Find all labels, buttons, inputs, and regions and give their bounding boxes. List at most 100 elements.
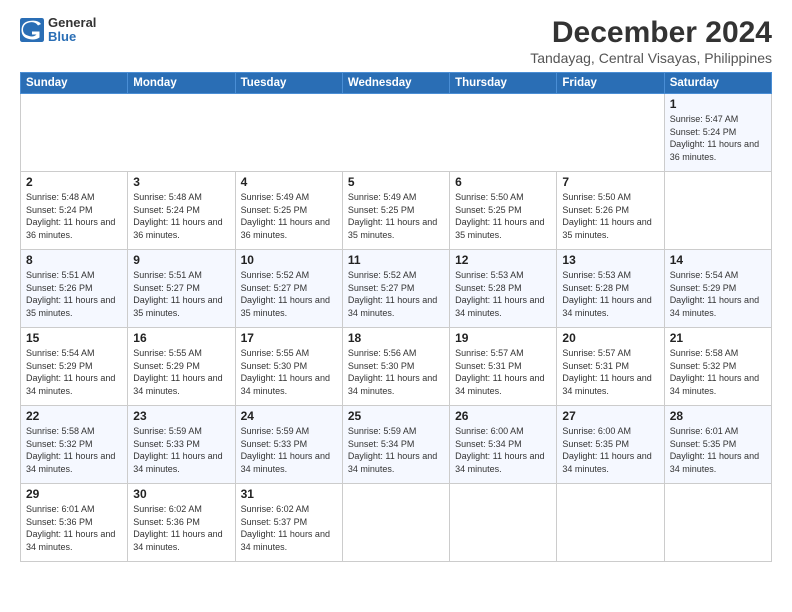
day-number: 30 <box>133 487 229 501</box>
logo: General Blue <box>20 16 96 45</box>
calendar-day-header: Sunday <box>21 73 128 94</box>
calendar-day-cell: 7 Sunrise: 5:50 AMSunset: 5:26 PMDaylight… <box>557 172 664 250</box>
calendar-day-cell: 4 Sunrise: 5:49 AMSunset: 5:25 PMDaylight… <box>235 172 342 250</box>
day-number: 10 <box>241 253 337 267</box>
day-number: 25 <box>348 409 444 423</box>
day-info: Sunrise: 5:54 AMSunset: 5:29 PMDaylight:… <box>26 347 122 397</box>
calendar-table: SundayMondayTuesdayWednesdayThursdayFrid… <box>20 72 772 562</box>
day-info: Sunrise: 6:00 AMSunset: 5:34 PMDaylight:… <box>455 425 551 475</box>
day-info: Sunrise: 6:02 AMSunset: 5:36 PMDaylight:… <box>133 503 229 553</box>
day-info: Sunrise: 6:00 AMSunset: 5:35 PMDaylight:… <box>562 425 658 475</box>
day-info: Sunrise: 5:50 AMSunset: 5:26 PMDaylight:… <box>562 191 658 241</box>
day-number: 21 <box>670 331 766 345</box>
day-info: Sunrise: 5:49 AMSunset: 5:25 PMDaylight:… <box>241 191 337 241</box>
day-info: Sunrise: 6:02 AMSunset: 5:37 PMDaylight:… <box>241 503 337 553</box>
calendar-day-cell <box>450 484 557 562</box>
calendar-day-header: Friday <box>557 73 664 94</box>
calendar-day-cell: 22Sunrise: 5:58 AMSunset: 5:32 PMDayligh… <box>21 406 128 484</box>
day-info: Sunrise: 5:58 AMSunset: 5:32 PMDaylight:… <box>670 347 766 397</box>
day-number: 28 <box>670 409 766 423</box>
day-number: 3 <box>133 175 229 189</box>
day-number: 26 <box>455 409 551 423</box>
day-number: 22 <box>26 409 122 423</box>
day-number: 24 <box>241 409 337 423</box>
day-info: Sunrise: 5:55 AMSunset: 5:30 PMDaylight:… <box>241 347 337 397</box>
day-info: Sunrise: 6:01 AMSunset: 5:36 PMDaylight:… <box>26 503 122 553</box>
day-number: 16 <box>133 331 229 345</box>
calendar-day-cell: 27 Sunrise: 6:00 AMSunset: 5:35 PMDayligh… <box>557 406 664 484</box>
day-number: 29 <box>26 487 122 501</box>
day-number: 12 <box>455 253 551 267</box>
logo-icon <box>20 18 44 42</box>
month-title: December 2024 <box>530 16 772 50</box>
day-number: 19 <box>455 331 551 345</box>
calendar-day-cell: 31 Sunrise: 6:02 AMSunset: 5:37 PMDayligh… <box>235 484 342 562</box>
day-info: Sunrise: 5:57 AMSunset: 5:31 PMDaylight:… <box>562 347 658 397</box>
calendar-day-cell: 12 Sunrise: 5:53 AMSunset: 5:28 PMDayligh… <box>450 250 557 328</box>
calendar-day-cell: 29 Sunrise: 6:01 AMSunset: 5:36 PMDayligh… <box>21 484 128 562</box>
calendar-day-cell: 28 Sunrise: 6:01 AMSunset: 5:35 PMDayligh… <box>664 406 771 484</box>
day-number: 23 <box>133 409 229 423</box>
day-number: 4 <box>241 175 337 189</box>
day-number: 1 <box>670 97 766 111</box>
logo-text: General Blue <box>48 16 96 45</box>
calendar-day-cell: 3 Sunrise: 5:48 AMSunset: 5:24 PMDaylight… <box>128 172 235 250</box>
calendar-day-cell: 13 Sunrise: 5:53 AMSunset: 5:28 PMDayligh… <box>557 250 664 328</box>
calendar-day-cell: 11Sunrise: 5:52 AMSunset: 5:27 PMDayligh… <box>342 250 449 328</box>
day-number: 15 <box>26 331 122 345</box>
title-section: December 2024 Tandayag, Central Visayas,… <box>530 16 772 66</box>
calendar-day-cell: 2 Sunrise: 5:48 AMSunset: 5:24 PMDaylight… <box>21 172 128 250</box>
day-number: 17 <box>241 331 337 345</box>
calendar-day-cell: 15 Sunrise: 5:54 AMSunset: 5:29 PMDayligh… <box>21 328 128 406</box>
calendar-day-cell: 17 Sunrise: 5:55 AMSunset: 5:30 PMDayligh… <box>235 328 342 406</box>
day-info: Sunrise: 5:49 AMSunset: 5:25 PMDaylight:… <box>348 191 444 241</box>
calendar-week-row: 8 Sunrise: 5:51 AMSunset: 5:26 PMDaylight… <box>21 250 772 328</box>
calendar-day-cell: 6Sunrise: 5:50 AMSunset: 5:25 PMDaylight… <box>450 172 557 250</box>
day-number: 7 <box>562 175 658 189</box>
calendar-week-row: 22Sunrise: 5:58 AMSunset: 5:32 PMDayligh… <box>21 406 772 484</box>
day-number: 2 <box>26 175 122 189</box>
day-info: Sunrise: 6:01 AMSunset: 5:35 PMDaylight:… <box>670 425 766 475</box>
calendar-day-header: Saturday <box>664 73 771 94</box>
day-number: 13 <box>562 253 658 267</box>
calendar-day-cell: 25 Sunrise: 5:59 AMSunset: 5:34 PMDayligh… <box>342 406 449 484</box>
day-info: Sunrise: 5:48 AMSunset: 5:24 PMDaylight:… <box>26 191 122 241</box>
day-info: Sunrise: 5:50 AMSunset: 5:25 PMDaylight:… <box>455 191 551 241</box>
day-info: Sunrise: 5:55 AMSunset: 5:29 PMDaylight:… <box>133 347 229 397</box>
calendar-day-header: Thursday <box>450 73 557 94</box>
calendar-day-cell: 1 Sunrise: 5:47 AMSunset: 5:24 PMDaylight… <box>664 94 771 172</box>
calendar-day-header: Monday <box>128 73 235 94</box>
day-number: 20 <box>562 331 658 345</box>
header: General Blue December 2024 Tandayag, Cen… <box>20 16 772 66</box>
day-info: Sunrise: 5:53 AMSunset: 5:28 PMDaylight:… <box>455 269 551 319</box>
day-info: Sunrise: 5:56 AMSunset: 5:30 PMDaylight:… <box>348 347 444 397</box>
day-info: Sunrise: 5:51 AMSunset: 5:26 PMDaylight:… <box>26 269 122 319</box>
day-info: Sunrise: 5:47 AMSunset: 5:24 PMDaylight:… <box>670 113 766 163</box>
day-info: Sunrise: 5:54 AMSunset: 5:29 PMDaylight:… <box>670 269 766 319</box>
calendar-day-cell: 23 Sunrise: 5:59 AMSunset: 5:33 PMDayligh… <box>128 406 235 484</box>
day-number: 27 <box>562 409 658 423</box>
day-info: Sunrise: 5:53 AMSunset: 5:28 PMDaylight:… <box>562 269 658 319</box>
logo-general-text: General <box>48 16 96 30</box>
day-info: Sunrise: 5:59 AMSunset: 5:34 PMDaylight:… <box>348 425 444 475</box>
calendar-day-cell <box>342 484 449 562</box>
calendar-week-row: 15 Sunrise: 5:54 AMSunset: 5:29 PMDayligh… <box>21 328 772 406</box>
day-number: 5 <box>348 175 444 189</box>
empty-cell <box>21 94 665 172</box>
day-number: 9 <box>133 253 229 267</box>
calendar-day-header: Wednesday <box>342 73 449 94</box>
calendar-day-cell <box>557 484 664 562</box>
day-info: Sunrise: 5:59 AMSunset: 5:33 PMDaylight:… <box>133 425 229 475</box>
day-number: 18 <box>348 331 444 345</box>
calendar-header-row: SundayMondayTuesdayWednesdayThursdayFrid… <box>21 73 772 94</box>
day-number: 8 <box>26 253 122 267</box>
calendar-day-cell <box>664 172 771 250</box>
location: Tandayag, Central Visayas, Philippines <box>530 50 772 66</box>
calendar-day-cell: 21 Sunrise: 5:58 AMSunset: 5:32 PMDayligh… <box>664 328 771 406</box>
day-info: Sunrise: 5:59 AMSunset: 5:33 PMDaylight:… <box>241 425 337 475</box>
day-number: 31 <box>241 487 337 501</box>
day-info: Sunrise: 5:48 AMSunset: 5:24 PMDaylight:… <box>133 191 229 241</box>
page: General Blue December 2024 Tandayag, Cen… <box>0 0 792 612</box>
day-number: 14 <box>670 253 766 267</box>
logo-blue-text: Blue <box>48 30 96 44</box>
